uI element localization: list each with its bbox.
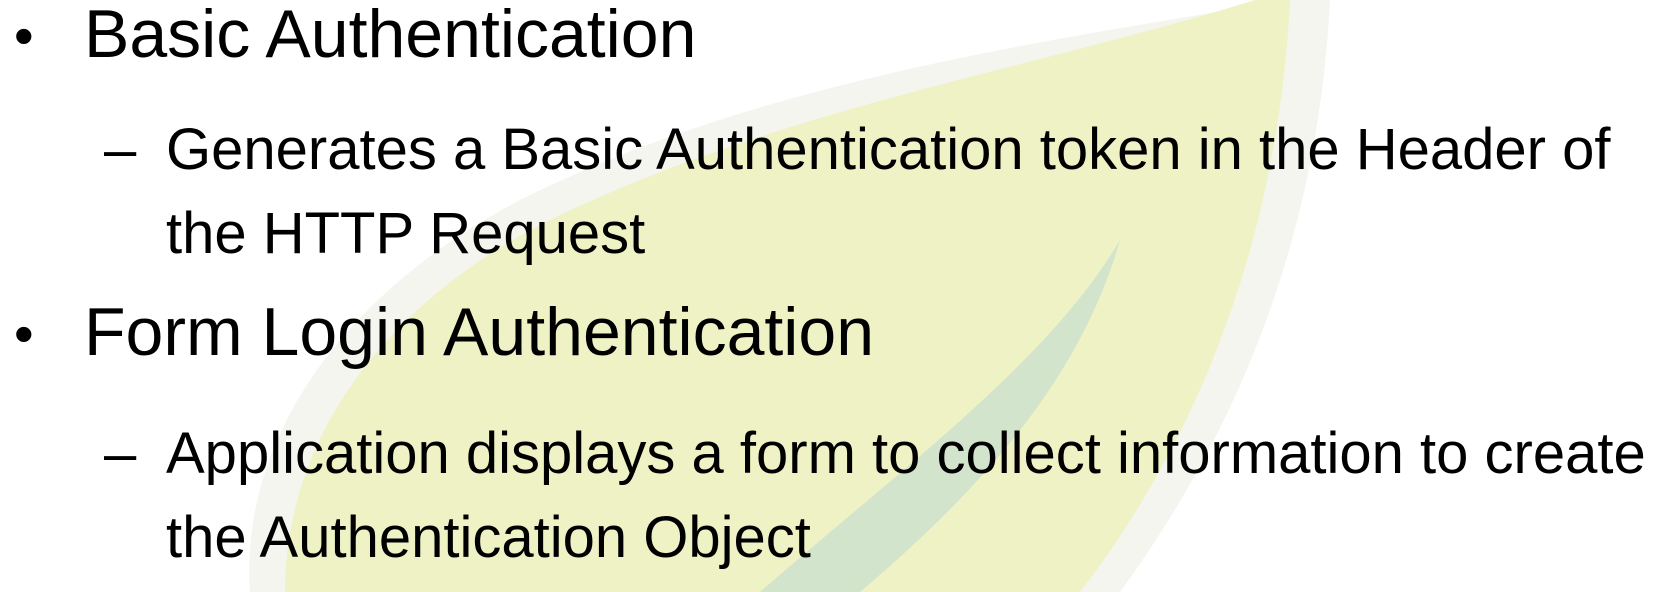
sub-item-text: Application displays a form to collect i…: [166, 421, 1646, 570]
dash-icon: –: [104, 117, 137, 182]
slide-content: • Basic Authentication – Generates a Bas…: [0, 0, 1671, 592]
bullet-text: Form Login Authentication: [84, 294, 875, 370]
sub-item-text: Generates a Basic Authentication token i…: [166, 117, 1611, 266]
bullet-dot-icon: •: [14, 4, 34, 67]
bullet-text: Basic Authentication: [84, 0, 697, 72]
dash-icon: –: [104, 421, 137, 486]
bullet-dot-icon: •: [14, 302, 34, 365]
